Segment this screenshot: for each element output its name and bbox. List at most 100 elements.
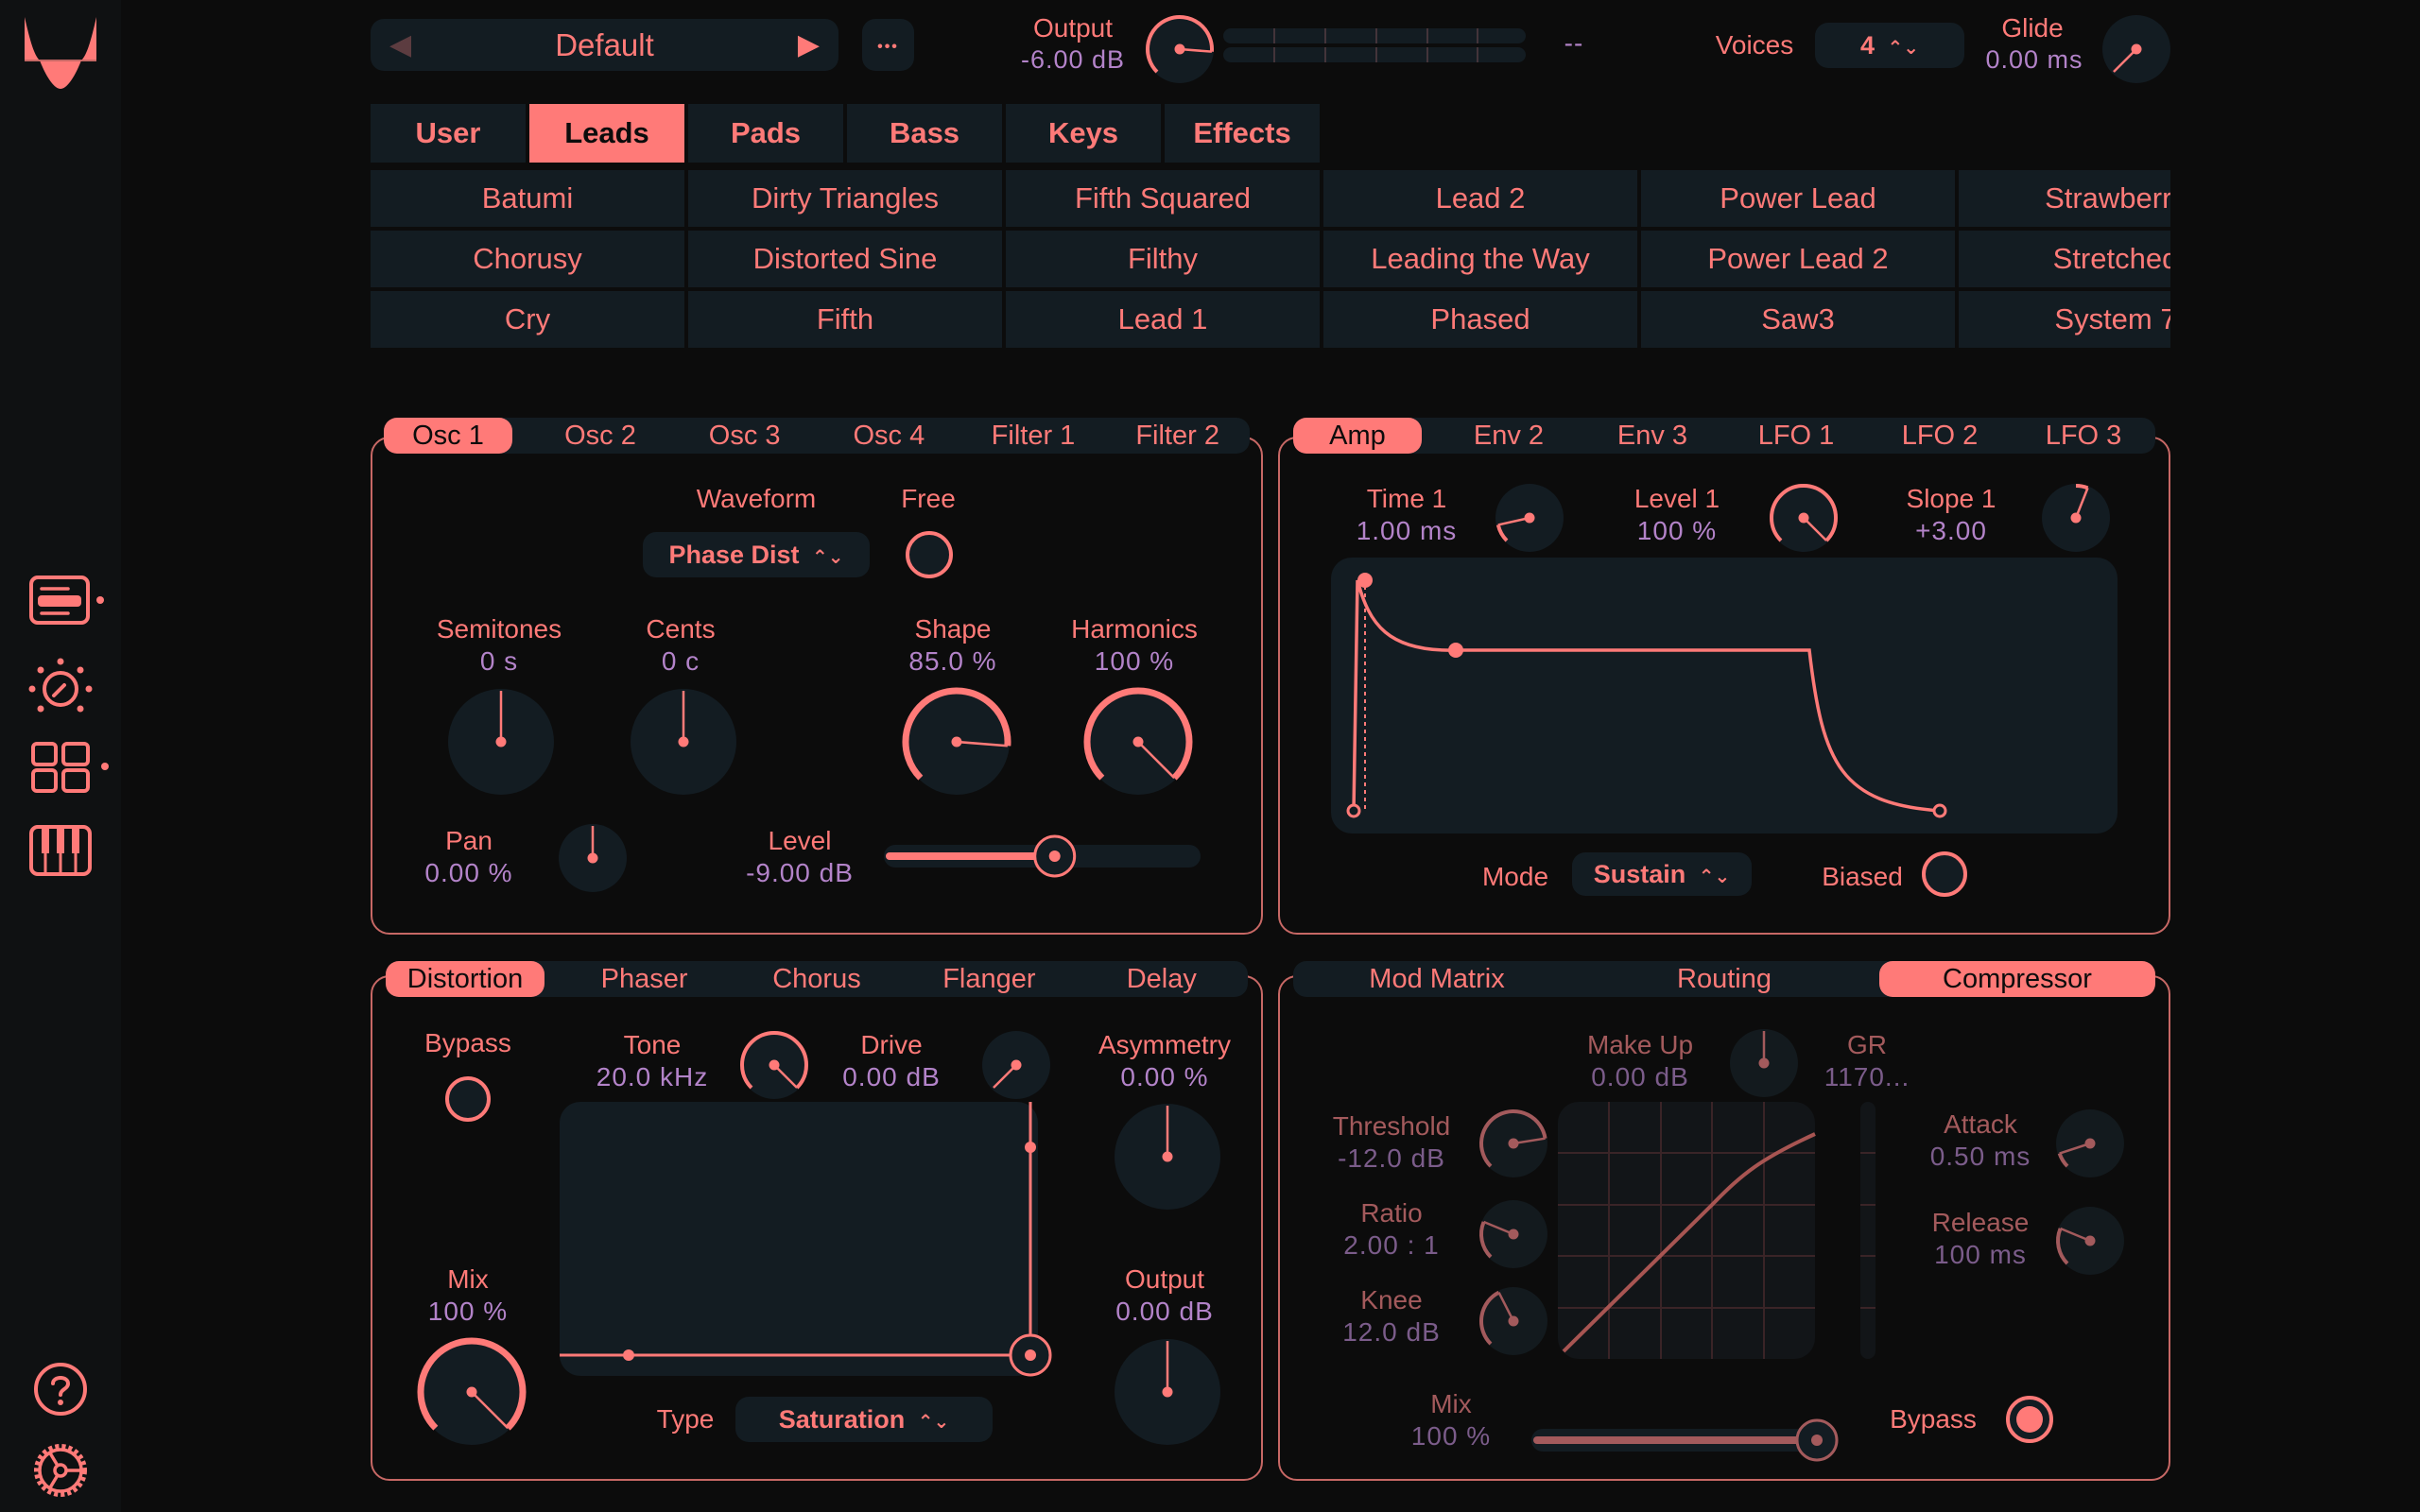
tab-filter-1[interactable]: Filter 1 bbox=[961, 418, 1106, 454]
tab-lfo-1[interactable]: LFO 1 bbox=[1724, 418, 1868, 454]
asymmetry-knob[interactable] bbox=[1111, 1100, 1224, 1218]
category-tab-user[interactable]: User bbox=[371, 104, 526, 163]
biased-toggle[interactable] bbox=[1922, 851, 1967, 897]
semitones-knob[interactable] bbox=[444, 685, 558, 803]
sidebar-item-presets[interactable] bbox=[28, 575, 104, 627]
fx-output-knob[interactable] bbox=[1111, 1335, 1224, 1453]
tab-mod-matrix[interactable]: Mod Matrix bbox=[1293, 961, 1581, 997]
preset-item[interactable]: Batumi bbox=[371, 170, 684, 227]
help-icon bbox=[34, 1363, 87, 1416]
waveform-select[interactable]: Phase Dist ⌃⌄ bbox=[643, 532, 870, 577]
free-toggle[interactable] bbox=[906, 531, 953, 578]
next-preset-button[interactable]: ▶ bbox=[798, 19, 820, 71]
tab-osc-3[interactable]: Osc 3 bbox=[672, 418, 817, 454]
slope1-knob[interactable] bbox=[2038, 480, 2114, 560]
shape-knob[interactable] bbox=[900, 685, 1013, 803]
preset-item[interactable]: Strawberry bbox=[1959, 170, 2170, 227]
release-value: 100 ms bbox=[1934, 1240, 2027, 1269]
tab-routing[interactable]: Routing bbox=[1581, 961, 1868, 997]
tab-compressor[interactable]: Compressor bbox=[1879, 961, 2155, 997]
pan-knob[interactable] bbox=[555, 820, 631, 901]
sidebar-item-controls[interactable] bbox=[28, 657, 95, 715]
knee-knob[interactable] bbox=[1476, 1283, 1551, 1364]
more-icon: ••• bbox=[877, 39, 899, 55]
voices-select[interactable]: 4 ⌃⌄ bbox=[1815, 23, 1964, 68]
tab-lfo-2[interactable]: LFO 2 bbox=[1868, 418, 2012, 454]
tab-osc-2[interactable]: Osc 2 bbox=[528, 418, 673, 454]
tab-chorus[interactable]: Chorus bbox=[731, 961, 903, 997]
category-tab-bass[interactable]: Bass bbox=[847, 104, 1002, 163]
envelope-start-point[interactable] bbox=[1346, 803, 1361, 818]
sidebar-item-modules[interactable] bbox=[30, 741, 110, 794]
preset-item[interactable]: Power Lead bbox=[1641, 170, 1955, 227]
preset-item[interactable]: Filthy bbox=[1006, 231, 1320, 287]
preset-item[interactable]: Dirty Triangles bbox=[688, 170, 1002, 227]
preset-item[interactable]: Power Lead 2 bbox=[1641, 231, 1955, 287]
tab-distortion[interactable]: Distortion bbox=[386, 961, 544, 997]
drive-knob[interactable] bbox=[978, 1027, 1054, 1108]
preset-item[interactable]: Lead 2 bbox=[1323, 170, 1637, 227]
envelope-graph[interactable] bbox=[1331, 558, 2118, 833]
envelope-peak-point[interactable] bbox=[1357, 573, 1373, 588]
preset-item[interactable]: Fifth bbox=[688, 291, 1002, 348]
attack-knob[interactable] bbox=[2052, 1106, 2128, 1186]
tab-flanger[interactable]: Flanger bbox=[903, 961, 1075, 997]
preset-item[interactable]: Phased bbox=[1323, 291, 1637, 348]
drive-handle[interactable] bbox=[623, 1349, 634, 1361]
preset-item[interactable]: Distorted Sine bbox=[688, 231, 1002, 287]
preset-item[interactable]: Lead 1 bbox=[1006, 291, 1320, 348]
distortion-type-select[interactable]: Saturation ⌃⌄ bbox=[735, 1397, 993, 1442]
tab-lfo-3[interactable]: LFO 3 bbox=[2012, 418, 2155, 454]
preset-item[interactable]: Chorusy bbox=[371, 231, 684, 287]
preset-item[interactable]: Cry bbox=[371, 291, 684, 348]
category-tab-effects[interactable]: Effects bbox=[1165, 104, 1320, 163]
threshold-value: -12.0 dB bbox=[1338, 1143, 1445, 1173]
threshold-knob[interactable] bbox=[1476, 1106, 1551, 1186]
settings-button[interactable] bbox=[30, 1440, 91, 1501]
mode-select[interactable]: Sustain ⌃⌄ bbox=[1572, 852, 1752, 896]
tab-env-3[interactable]: Env 3 bbox=[1581, 418, 1724, 454]
fx-bypass-toggle[interactable] bbox=[445, 1076, 491, 1122]
preset-name[interactable]: Default bbox=[371, 19, 838, 71]
tab-osc-4[interactable]: Osc 4 bbox=[817, 418, 961, 454]
output-knob[interactable] bbox=[1142, 11, 1218, 92]
fx-mix-knob[interactable] bbox=[415, 1335, 528, 1453]
preset-item[interactable]: System 7 bbox=[1959, 291, 2170, 348]
tab-phaser[interactable]: Phaser bbox=[558, 961, 730, 997]
tab-osc-1[interactable]: Osc 1 bbox=[384, 418, 512, 454]
more-options-button[interactable]: ••• bbox=[862, 19, 914, 71]
preset-item[interactable]: Stretched bbox=[1959, 231, 2170, 287]
preset-item[interactable]: Saw3 bbox=[1641, 291, 1955, 348]
comp-mix-slider[interactable] bbox=[1531, 1418, 1840, 1468]
fx-bypass-label: Bypass bbox=[424, 1028, 511, 1057]
distortion-graph[interactable] bbox=[560, 1102, 1070, 1378]
comp-bypass-toggle[interactable] bbox=[2005, 1395, 2054, 1444]
tab-delay[interactable]: Delay bbox=[1076, 961, 1248, 997]
envelope-sustain-point[interactable] bbox=[1448, 643, 1463, 658]
asymmetry-handle[interactable] bbox=[1025, 1142, 1036, 1153]
cents-knob[interactable] bbox=[627, 685, 740, 803]
knob-center bbox=[1508, 1228, 1519, 1240]
release-knob[interactable] bbox=[2052, 1203, 2128, 1283]
ratio-knob[interactable] bbox=[1476, 1196, 1551, 1277]
tab-filter-2[interactable]: Filter 2 bbox=[1105, 418, 1250, 454]
tab-env-2[interactable]: Env 2 bbox=[1437, 418, 1581, 454]
harmonics-knob[interactable] bbox=[1081, 685, 1195, 803]
level1-knob[interactable] bbox=[1766, 480, 1841, 560]
sidebar-item-keyboard[interactable] bbox=[28, 824, 93, 877]
envelope-end-point[interactable] bbox=[1932, 803, 1947, 818]
tab-amp[interactable]: Amp bbox=[1293, 418, 1422, 454]
glide-label: Glide bbox=[2001, 13, 2064, 43]
category-tab-pads[interactable]: Pads bbox=[688, 104, 843, 163]
category-tab-leads[interactable]: Leads bbox=[529, 104, 684, 163]
time1-knob[interactable] bbox=[1492, 480, 1567, 560]
preset-item[interactable]: Fifth Squared bbox=[1006, 170, 1320, 227]
makeup-knob[interactable] bbox=[1726, 1025, 1802, 1106]
tone-knob[interactable] bbox=[736, 1027, 812, 1108]
level-slider[interactable] bbox=[884, 833, 1210, 884]
glide-knob[interactable] bbox=[2099, 11, 2174, 92]
attack-value: 0.50 ms bbox=[1929, 1142, 2031, 1171]
help-button[interactable] bbox=[32, 1361, 89, 1418]
preset-item[interactable]: Leading the Way bbox=[1323, 231, 1637, 287]
category-tab-keys[interactable]: Keys bbox=[1006, 104, 1161, 163]
